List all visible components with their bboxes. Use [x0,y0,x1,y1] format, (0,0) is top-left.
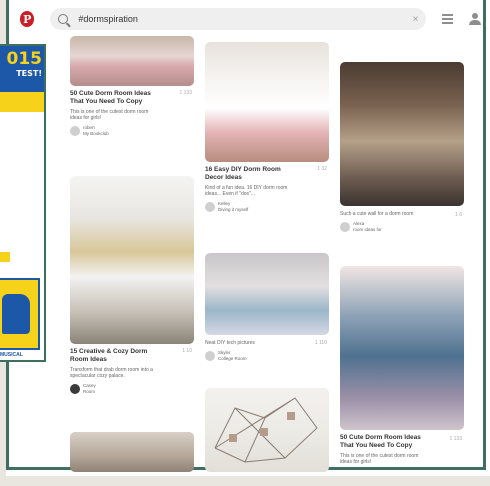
pin-description: Kind of a fun idea. 16 DIY dorm room ide… [205,185,288,197]
pinner[interactable]: robert My Bookclub [70,125,194,136]
pin-stats: 1 133 [179,90,192,96]
flyer-yellow-block [0,252,10,262]
pinner[interactable]: Alexa room ideas for [340,221,464,232]
pin-description: Neat DIY tech pictures [205,340,255,346]
pin-card[interactable]: 1 32 16 Easy DIY Dorm Room Decor Ideas K… [205,42,329,212]
overlapping-flyer: 015 TEST! MUSICAL [0,44,46,362]
pinner-name: robert [83,125,95,130]
pin-image[interactable] [340,62,464,206]
pin-card[interactable]: 1 10 15 Creative & Cozy Dorm Room Ideas … [70,176,194,394]
pinner-name: Casey [83,383,96,388]
pinner-name: Skyler [218,350,231,355]
pinner[interactable]: Skyler College Room [205,350,329,361]
avatar[interactable] [70,383,80,394]
pin-image[interactable] [205,42,329,162]
pinner-board: Diving it myself [218,206,249,212]
flyer-subtitle: TEST! [16,69,42,78]
pin-stats: 1 10 [182,348,192,354]
flyer-map-badge [0,278,40,350]
pin-card[interactable]: 1 133 50 Cute Dorm Room Ideas That You N… [70,36,194,136]
pinner[interactable]: Casey Room [70,383,194,394]
pin-description: Such a cute wall for a dorm room [340,211,414,217]
flyer-year: 015 [6,49,43,69]
pin-image[interactable] [205,388,329,472]
pinner-board: room ideas for [353,226,382,232]
clear-search-icon[interactable]: × [413,14,419,25]
top-bar: P #dormspiration × [14,4,481,34]
flyer-yellow-band [0,92,44,112]
pinner-board: College Room [218,355,247,361]
pin-stats: 1 110 [314,340,327,346]
pin-title: 16 Easy DIY Dorm Room Decor Ideas [205,166,281,181]
pin-image[interactable] [340,266,464,430]
avatar[interactable] [205,350,215,361]
pin-image[interactable] [70,176,194,344]
pin-card[interactable] [70,432,194,472]
pinterest-logo-icon[interactable]: P [20,11,35,27]
pin-card[interactable] [205,388,329,472]
pin-stats: 1 6 [455,212,462,218]
search-icon [58,14,69,24]
pinner-name: Kelley [218,201,231,206]
avatar[interactable] [70,125,80,136]
pin-title: 50 Cute Dorm Room Ideas That You Need To… [340,434,421,449]
pin-card[interactable]: 1 6 Such a cute wall for a dorm room Ale… [340,62,464,232]
pin-title: 50 Cute Dorm Room Ideas That You Need To… [70,90,151,105]
string-art-graphic [214,397,318,463]
pinner-board: Room [83,388,96,394]
pin-description: Transform that drab dorm room into a spe… [70,367,153,379]
pin-card[interactable]: 1 133 50 Cute Dorm Room Ideas That You N… [340,266,464,465]
pin-stats: 1 133 [449,436,462,442]
pin-stats: 1 32 [317,166,327,172]
profile-icon[interactable] [469,13,481,25]
pin-image[interactable] [205,253,329,335]
menu-icon[interactable] [442,14,454,24]
pin-image[interactable] [70,432,194,472]
avatar[interactable] [340,221,350,232]
flyer-footer: MUSICAL [0,352,23,358]
pin-description: This is one of the cutest dorm room idea… [70,109,149,121]
pin-description: This is one of the cutest dorm room idea… [340,453,419,465]
pin-image[interactable] [70,36,194,86]
pinner-name: Alexa [353,221,365,226]
search-bar[interactable]: #dormspiration × [50,8,427,30]
pinner[interactable]: Kelley Diving it myself [205,201,329,212]
michigan-map-icon [2,294,30,334]
pinner-board: My Bookclub [83,130,109,136]
search-input[interactable]: #dormspiration [78,14,412,24]
pin-title: 15 Creative & Cozy Dorm Room Ideas [70,348,148,363]
pin-card[interactable]: 1 110 Neat DIY tech pictures Skyler Colle… [205,253,329,361]
tablet-screenshot: P #dormspiration × 1 133 50 Cute Dorm Ro… [0,0,490,486]
avatar[interactable] [205,201,215,212]
